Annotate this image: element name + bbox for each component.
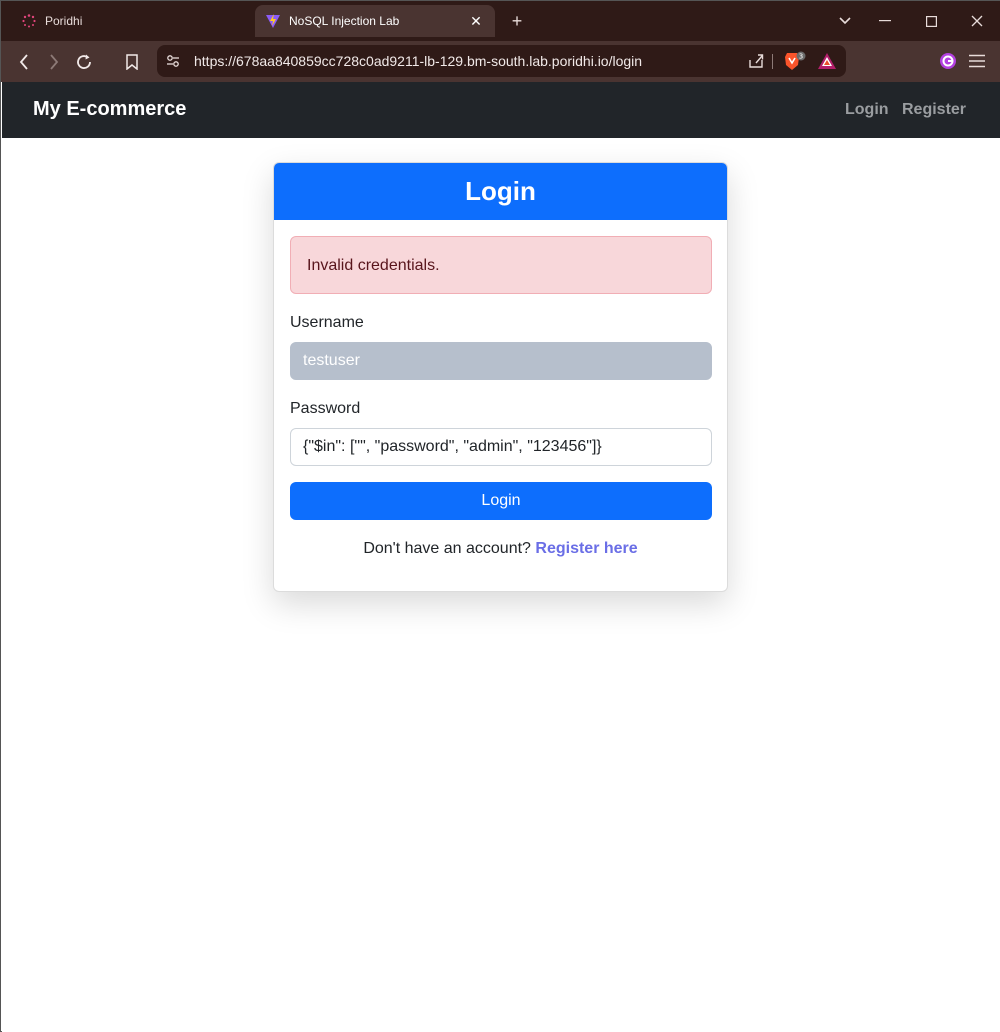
register-link[interactable]: Register here: [535, 540, 637, 557]
forward-icon[interactable]: [41, 49, 67, 75]
site-navbar: My E-commerce Login Register: [2, 82, 1000, 138]
card-title: Login: [274, 163, 727, 220]
nav-register-link[interactable]: Register: [902, 101, 966, 119]
menu-icon[interactable]: [967, 51, 987, 71]
nav-login-link[interactable]: Login: [845, 101, 889, 119]
extension-icon[interactable]: [938, 51, 958, 71]
close-window-icon[interactable]: [965, 9, 989, 33]
tab-title: NoSQL Injection Lab: [289, 14, 400, 28]
password-input[interactable]: {"$in": ["", "password", "admin", "12345…: [290, 428, 712, 466]
address-bar[interactable]: https://678aa840859cc728c0ad9211-lb-129.…: [157, 45, 846, 77]
browser-toolbar: https://678aa840859cc728c0ad9211-lb-129.…: [1, 41, 1000, 82]
login-button[interactable]: Login: [290, 482, 712, 520]
site-settings-icon[interactable]: [165, 53, 181, 69]
url-text[interactable]: https://678aa840859cc728c0ad9211-lb-129.…: [194, 53, 642, 69]
new-tab-icon[interactable]: +: [507, 11, 527, 31]
brave-shields-icon[interactable]: 3: [784, 51, 808, 76]
tab-poridhi[interactable]: Poridhi: [9, 5, 245, 37]
share-icon[interactable]: [747, 52, 765, 75]
divider: [772, 54, 773, 69]
close-tab-icon[interactable]: ✕: [467, 12, 485, 30]
register-prompt: Don't have an account? Register here: [274, 540, 727, 558]
back-icon[interactable]: [11, 49, 37, 75]
tab-title: Poridhi: [45, 14, 83, 28]
login-card: Login Invalid credentials. Username test…: [273, 162, 728, 592]
minimize-icon[interactable]: [873, 9, 897, 33]
tab-list-chevron-icon[interactable]: [833, 9, 857, 33]
site-brand[interactable]: My E-commerce: [33, 98, 186, 121]
error-alert: Invalid credentials.: [290, 236, 712, 294]
reload-icon[interactable]: [71, 49, 97, 75]
maximize-icon[interactable]: [919, 9, 943, 33]
password-label: Password: [290, 400, 361, 417]
browser-tab-bar: Poridhi NoSQL Injection Lab ✕ +: [1, 1, 1000, 41]
tab-nosql-injection-lab[interactable]: NoSQL Injection Lab ✕: [255, 5, 495, 37]
poridhi-favicon-icon: [21, 13, 37, 29]
brave-rewards-icon[interactable]: [817, 52, 837, 75]
register-prompt-text: Don't have an account?: [363, 540, 536, 557]
username-label: Username: [290, 314, 364, 331]
shield-count: 3: [799, 53, 803, 61]
page-viewport: My E-commerce Login Register Login Inval…: [2, 82, 1000, 1032]
vite-favicon-icon: [265, 13, 281, 29]
bookmark-icon[interactable]: [119, 49, 145, 75]
username-input[interactable]: testuser: [290, 342, 712, 380]
